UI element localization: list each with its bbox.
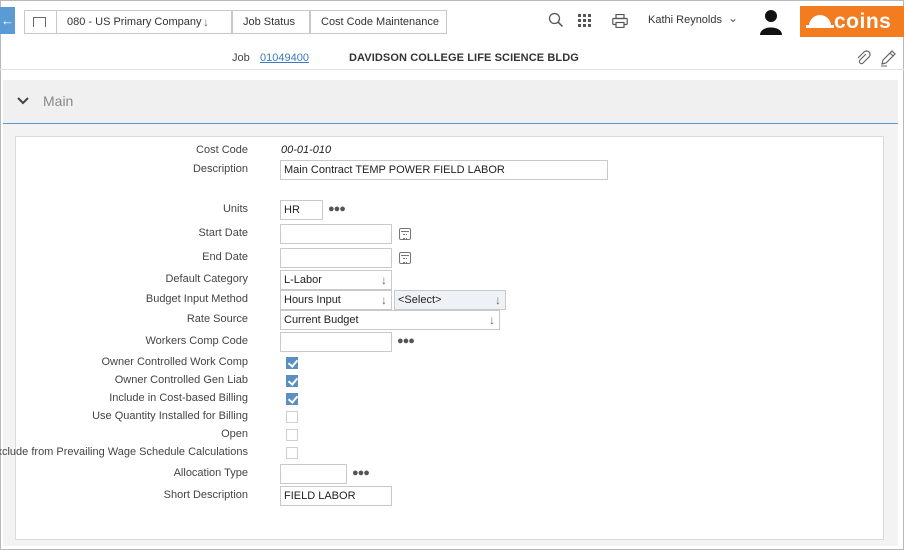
owner-controlled-gen-liab-label: Owner Controlled Gen Liab bbox=[114, 374, 248, 386]
start-date-field[interactable] bbox=[280, 224, 392, 244]
window-icon bbox=[33, 17, 46, 27]
end-date-label: End Date bbox=[202, 251, 248, 263]
job-name: DAVIDSON COLLEGE LIFE SCIENCE BLDG bbox=[349, 52, 579, 64]
allocation-type-field[interactable] bbox=[280, 464, 347, 484]
job-number-link[interactable]: 01049400 bbox=[260, 52, 309, 64]
cost-code-value: 00-01-010 bbox=[281, 144, 332, 156]
apps-grid-icon[interactable] bbox=[578, 14, 592, 28]
short-description-value: FIELD LABOR bbox=[284, 490, 356, 502]
units-value: HR bbox=[284, 204, 300, 216]
default-category-select[interactable]: L-Labor ↓ bbox=[280, 270, 392, 290]
arrow-down-icon: ↓ bbox=[489, 313, 495, 327]
breadcrumb-cost-code-maintenance[interactable]: Cost Code Maintenance bbox=[310, 10, 447, 34]
search-icon[interactable] bbox=[548, 12, 564, 28]
owner-controlled-work-comp-label: Owner Controlled Work Comp bbox=[101, 356, 248, 368]
description-label: Description bbox=[192, 163, 248, 175]
allocation-type-label: Allocation Type bbox=[173, 467, 248, 479]
breadcrumb-company[interactable]: 080 - US Primary Company ↓ bbox=[56, 10, 232, 34]
units-label: Units bbox=[222, 203, 248, 215]
logo-text: coins bbox=[834, 10, 892, 33]
hard-hat-icon bbox=[806, 15, 834, 28]
main-section-header[interactable]: Main bbox=[3, 80, 898, 124]
start-date-label: Start Date bbox=[198, 227, 248, 239]
workers-comp-code-label: Workers Comp Code bbox=[145, 335, 249, 347]
job-header: Job 01049400 DAVIDSON COLLEGE LIFE SCIEN… bbox=[0, 43, 904, 70]
more-dots-icon[interactable]: ●●● bbox=[328, 203, 346, 215]
open-checkbox[interactable] bbox=[286, 429, 298, 441]
end-date-field[interactable] bbox=[280, 248, 392, 268]
exclude-prevailing-wage-checkbox[interactable] bbox=[286, 447, 298, 459]
budget-input-method-select[interactable]: Hours Input ↓ bbox=[280, 290, 392, 310]
avatar[interactable] bbox=[760, 9, 782, 35]
rate-source-label: Rate Source bbox=[186, 313, 248, 325]
units-field[interactable]: HR bbox=[280, 200, 323, 220]
coins-logo: coins bbox=[800, 6, 904, 37]
more-dots-icon[interactable]: ●●● bbox=[352, 467, 370, 479]
breadcrumb-job-status[interactable]: Job Status bbox=[232, 10, 310, 34]
home-crumb[interactable] bbox=[24, 10, 56, 34]
breadcrumb-job-status-label: Job Status bbox=[243, 16, 295, 28]
arrow-down-icon: ↓ bbox=[381, 293, 387, 307]
include-cost-based-billing-checkbox[interactable] bbox=[286, 393, 298, 405]
owner-controlled-gen-liab-checkbox[interactable] bbox=[286, 375, 298, 387]
user-name[interactable]: Kathi Reynolds bbox=[648, 14, 722, 26]
budget-input-method-value: Hours Input bbox=[284, 294, 341, 306]
chevron-down-icon[interactable]: ⌄ bbox=[728, 11, 738, 25]
budget-input-secondary-value: <Select> bbox=[398, 294, 442, 306]
more-dots-icon[interactable]: ●●● bbox=[397, 335, 415, 347]
exclude-prevailing-wage-label: Exclude from Prevailing Wage Schedule Ca… bbox=[0, 446, 248, 458]
arrow-down-icon[interactable]: ↓ bbox=[203, 11, 209, 33]
section-title: Main bbox=[43, 93, 74, 109]
arrow-down-icon: ↓ bbox=[381, 273, 387, 287]
open-label: Open bbox=[221, 428, 248, 440]
paperclip-icon[interactable] bbox=[855, 50, 871, 66]
breadcrumb-company-label: 080 - US Primary Company bbox=[67, 16, 202, 28]
workers-comp-code-field[interactable] bbox=[280, 332, 392, 352]
budget-input-method-label: Budget Input Method bbox=[145, 293, 248, 305]
top-bar: ← 080 - US Primary Company ↓ Job Status … bbox=[0, 0, 904, 43]
cost-code-label: Cost Code bbox=[196, 144, 248, 156]
default-category-value: L-Labor bbox=[284, 274, 322, 286]
owner-controlled-work-comp-checkbox[interactable] bbox=[286, 357, 298, 369]
job-label: Job bbox=[232, 52, 250, 64]
short-description-label: Short Description bbox=[163, 489, 248, 501]
back-arrow-icon[interactable]: ← bbox=[0, 7, 15, 34]
edit-pencil-icon[interactable] bbox=[879, 49, 897, 67]
budget-input-secondary-select[interactable]: <Select> ↓ bbox=[394, 290, 506, 310]
short-description-field[interactable]: FIELD LABOR bbox=[280, 486, 392, 506]
arrow-down-icon: ↓ bbox=[495, 293, 501, 307]
cost-code-form: Cost Code 00-01-010 Description Main Con… bbox=[0, 136, 884, 540]
use-quantity-installed-checkbox[interactable] bbox=[286, 411, 298, 423]
chevron-down-icon[interactable] bbox=[16, 94, 30, 108]
print-icon[interactable] bbox=[612, 14, 628, 28]
description-field[interactable]: Main Contract TEMP POWER FIELD LABOR bbox=[280, 160, 608, 180]
default-category-label: Default Category bbox=[165, 273, 248, 285]
include-cost-based-billing-label: Include in Cost-based Billing bbox=[109, 392, 248, 404]
use-quantity-installed-label: Use Quantity Installed for Billing bbox=[92, 410, 248, 422]
rate-source-select[interactable]: Current Budget ↓ bbox=[280, 310, 500, 330]
breadcrumb-cost-code-label: Cost Code Maintenance bbox=[321, 16, 440, 28]
rate-source-value: Current Budget bbox=[284, 314, 359, 326]
calendar-icon[interactable] bbox=[399, 228, 411, 240]
calendar-icon[interactable] bbox=[399, 252, 411, 264]
description-value: Main Contract TEMP POWER FIELD LABOR bbox=[284, 164, 505, 176]
